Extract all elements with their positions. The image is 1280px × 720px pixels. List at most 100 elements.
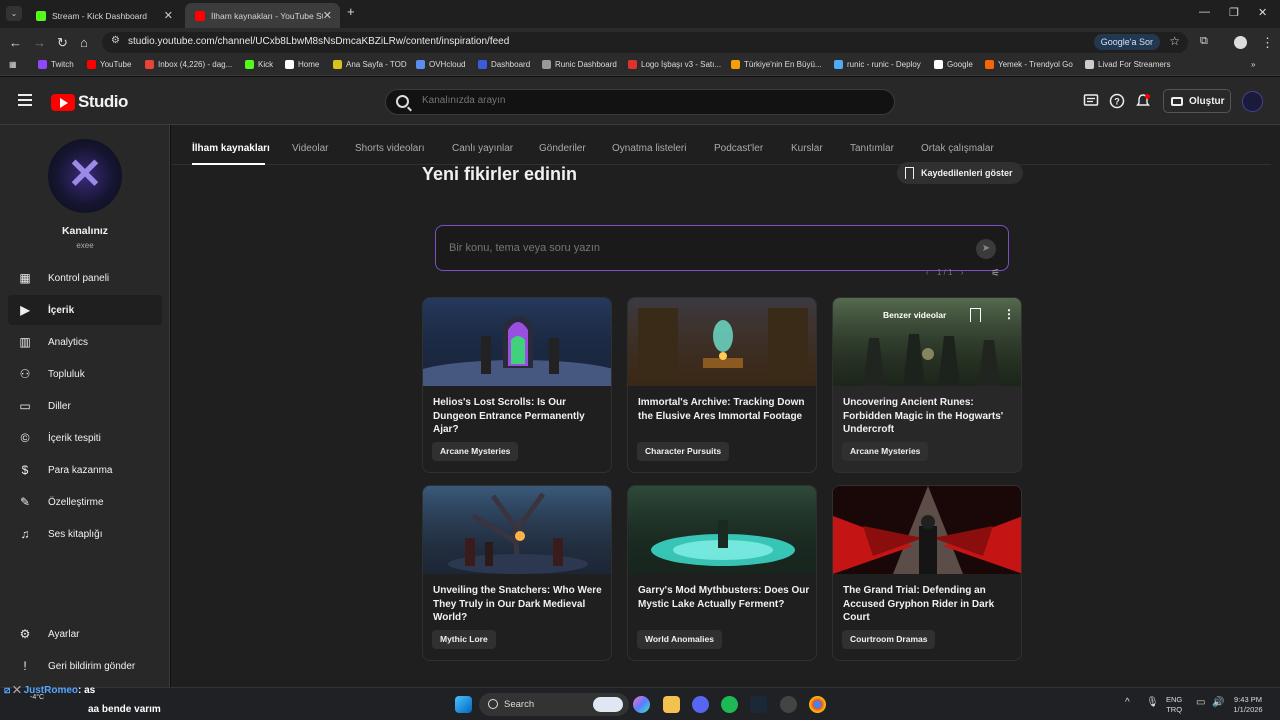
more-options-icon[interactable]: ⋮ [1003,307,1015,321]
next-page-icon[interactable]: › [961,268,964,277]
copilot-icon[interactable] [633,696,650,713]
home-icon[interactable]: ⌂ [80,35,88,50]
content-tab[interactable]: Podcast'ler [714,143,763,154]
bookmark-item[interactable]: OVHcloud [416,60,465,69]
sidebar-item-feedback[interactable]: ! Geri bildirim gönder [8,651,162,681]
content-tab[interactable]: Gönderiler [539,143,586,154]
bookmark-item[interactable]: Livad For Streamers [1085,60,1170,69]
obs-icon[interactable] [780,696,797,713]
bookmark-item[interactable]: runic - runic - Deploy [834,60,921,69]
idea-card[interactable]: Garry's Mod Mythbusters: Does Our Mystic… [627,485,817,661]
idea-topic-chip[interactable]: Character Pursuits [637,442,730,461]
bookmark-item[interactable]: Kick [245,60,273,69]
apps-grid-icon[interactable]: ▦ [9,60,17,69]
bookmark-item[interactable]: Ana Sayfa - TOD [333,60,407,69]
language-indicator[interactable]: ENG TRQ [1166,695,1182,715]
sidebar-item-subtitles[interactable]: ▭ Diller [8,391,162,421]
show-saved-button[interactable]: Kaydedilenleri göster [897,162,1023,184]
forward-icon[interactable]: → [33,35,46,50]
content-tab[interactable]: İlham kaynakları [192,143,270,154]
more-bookmarks-icon[interactable]: » [1251,60,1255,69]
idea-topic-chip[interactable]: Courtroom Dramas [842,630,936,649]
spotify-icon[interactable] [721,696,738,713]
idea-topic-chip[interactable]: Mythic Lore [432,630,496,649]
help-icon[interactable]: ? [1109,93,1125,109]
microphone-icon[interactable]: 🎙 [1146,698,1159,708]
tab-search-dropdown[interactable]: ⌄ [6,6,22,21]
bookmark-item[interactable]: Yemek - Trendyol Go [985,60,1073,69]
network-icon[interactable]: ▭ [1196,698,1205,708]
create-button[interactable]: Oluştur [1163,89,1231,113]
back-icon[interactable]: ← [9,35,22,50]
steam-icon[interactable] [750,696,767,713]
menu-kebab-icon[interactable]: ⋮ [1261,35,1274,51]
chrome-icon[interactable] [809,696,826,713]
send-icon[interactable]: ➤ [976,239,996,259]
filter-sliders-icon[interactable]: ⚟ [991,268,1000,279]
content-tab[interactable]: Videolar [292,143,329,154]
sidebar-item-content[interactable]: ▶ İçerik [8,295,162,325]
idea-topic-chip[interactable]: Arcane Mysteries [432,442,519,461]
comments-icon[interactable] [1083,93,1099,109]
browser-tab-kick[interactable]: Stream - Kick Dashboard ✕ [26,3,181,28]
hamburger-menu-icon[interactable] [18,94,32,109]
bookmark-item[interactable]: Google [934,60,973,69]
bookmark-item[interactable]: Runic Dashboard [542,60,617,69]
idea-card[interactable]: Benzer videolar ⋮ Uncovering Ancient Rune… [832,297,1022,473]
discord-icon[interactable] [692,696,709,713]
sidebar-item-copyright[interactable]: © İçerik tespiti [8,423,162,453]
idea-card[interactable]: Unveiling the Snatchers: Who Were They T… [422,485,612,661]
windows-start-icon[interactable] [455,696,472,713]
profile-icon[interactable] [1234,36,1247,49]
save-idea-icon[interactable] [970,308,981,322]
account-avatar[interactable] [1242,91,1263,112]
sidebar-item-dollar[interactable]: $ Para kazanma [8,455,162,485]
browser-tab-studio[interactable]: İlham kaynakları - YouTube Studio ✕ [185,3,340,28]
search-input[interactable] [422,95,822,106]
sidebar-item-gear[interactable]: ⚙ Ayarlar [8,619,162,649]
volume-icon[interactable]: 🔊 [1212,698,1224,708]
content-tab[interactable]: Shorts videoları [355,143,424,154]
idea-card[interactable]: Helios's Lost Scrolls: Is Our Dungeon En… [422,297,612,473]
ask-google-button[interactable]: Google'a Sor [1093,34,1160,50]
star-icon[interactable]: ☆ [1169,34,1180,48]
bookmark-item[interactable]: Inbox (4,226) - dag... [145,60,232,69]
idea-prompt-input[interactable] [449,242,929,254]
close-tab-icon[interactable]: ✕ [323,9,332,22]
bookmark-item[interactable]: Logo İşbaşı v3 - Satı... [628,60,721,69]
idea-card[interactable]: The Grand Trial: Defending an Accused Gr… [832,485,1022,661]
file-explorer-icon[interactable] [663,696,680,713]
bookmark-item[interactable]: Dashboard [478,60,530,69]
channel-avatar[interactable]: ✕ [48,139,122,213]
new-tab-icon[interactable]: + [347,4,355,19]
content-tab[interactable]: Ortak çalışmalar [921,143,994,154]
address-bar[interactable]: ⚙ studio.youtube.com/channel/UCxb8LbwM8s… [102,32,1188,53]
close-tab-icon[interactable]: ✕ [164,9,173,22]
minimize-icon[interactable]: — [1199,6,1210,18]
sidebar-item-dashboard[interactable]: ▦ Kontrol paneli [8,263,162,293]
content-tab[interactable]: Tanıtımlar [850,143,894,154]
clock[interactable]: 9:43 PM 1/1/2026 [1228,695,1268,715]
tray-overflow-icon[interactable]: ^ [1125,698,1130,708]
bookmark-item[interactable]: Twitch [38,60,74,69]
sidebar-item-analytics[interactable]: ▥ Analytics [8,327,162,357]
sidebar-item-audio-library[interactable]: ♫ Ses kitaplığı [8,519,162,549]
idea-prompt-box[interactable]: ➤ [435,225,1009,271]
reload-icon[interactable]: ↻ [57,35,68,51]
idea-card[interactable]: Immortal's Archive: Tracking Down the El… [627,297,817,473]
sidebar-item-community[interactable]: ⚇ Topluluk [8,359,162,389]
idea-topic-chip[interactable]: Arcane Mysteries [842,442,929,461]
sidebar-item-wand[interactable]: ✎ Özelleştirme [8,487,162,517]
bookmark-item[interactable]: Türkiye'nin En Büyü... [731,60,822,69]
content-tab[interactable]: Kurslar [791,143,823,154]
restore-icon[interactable]: ❐ [1229,6,1239,19]
content-tab[interactable]: Oynatma listeleri [612,143,686,154]
prev-page-icon[interactable]: ‹ [926,268,929,277]
taskbar-search[interactable]: Search [479,693,629,716]
idea-topic-chip[interactable]: World Anomalies [637,630,722,649]
similar-videos-button[interactable]: Benzer videolar [883,310,946,320]
extensions-icon[interactable]: ⧉ [1200,35,1208,48]
content-tab[interactable]: Canlı yayınlar [452,143,513,154]
close-window-icon[interactable]: ✕ [1258,6,1267,19]
bookmark-item[interactable]: YouTube [87,60,131,69]
